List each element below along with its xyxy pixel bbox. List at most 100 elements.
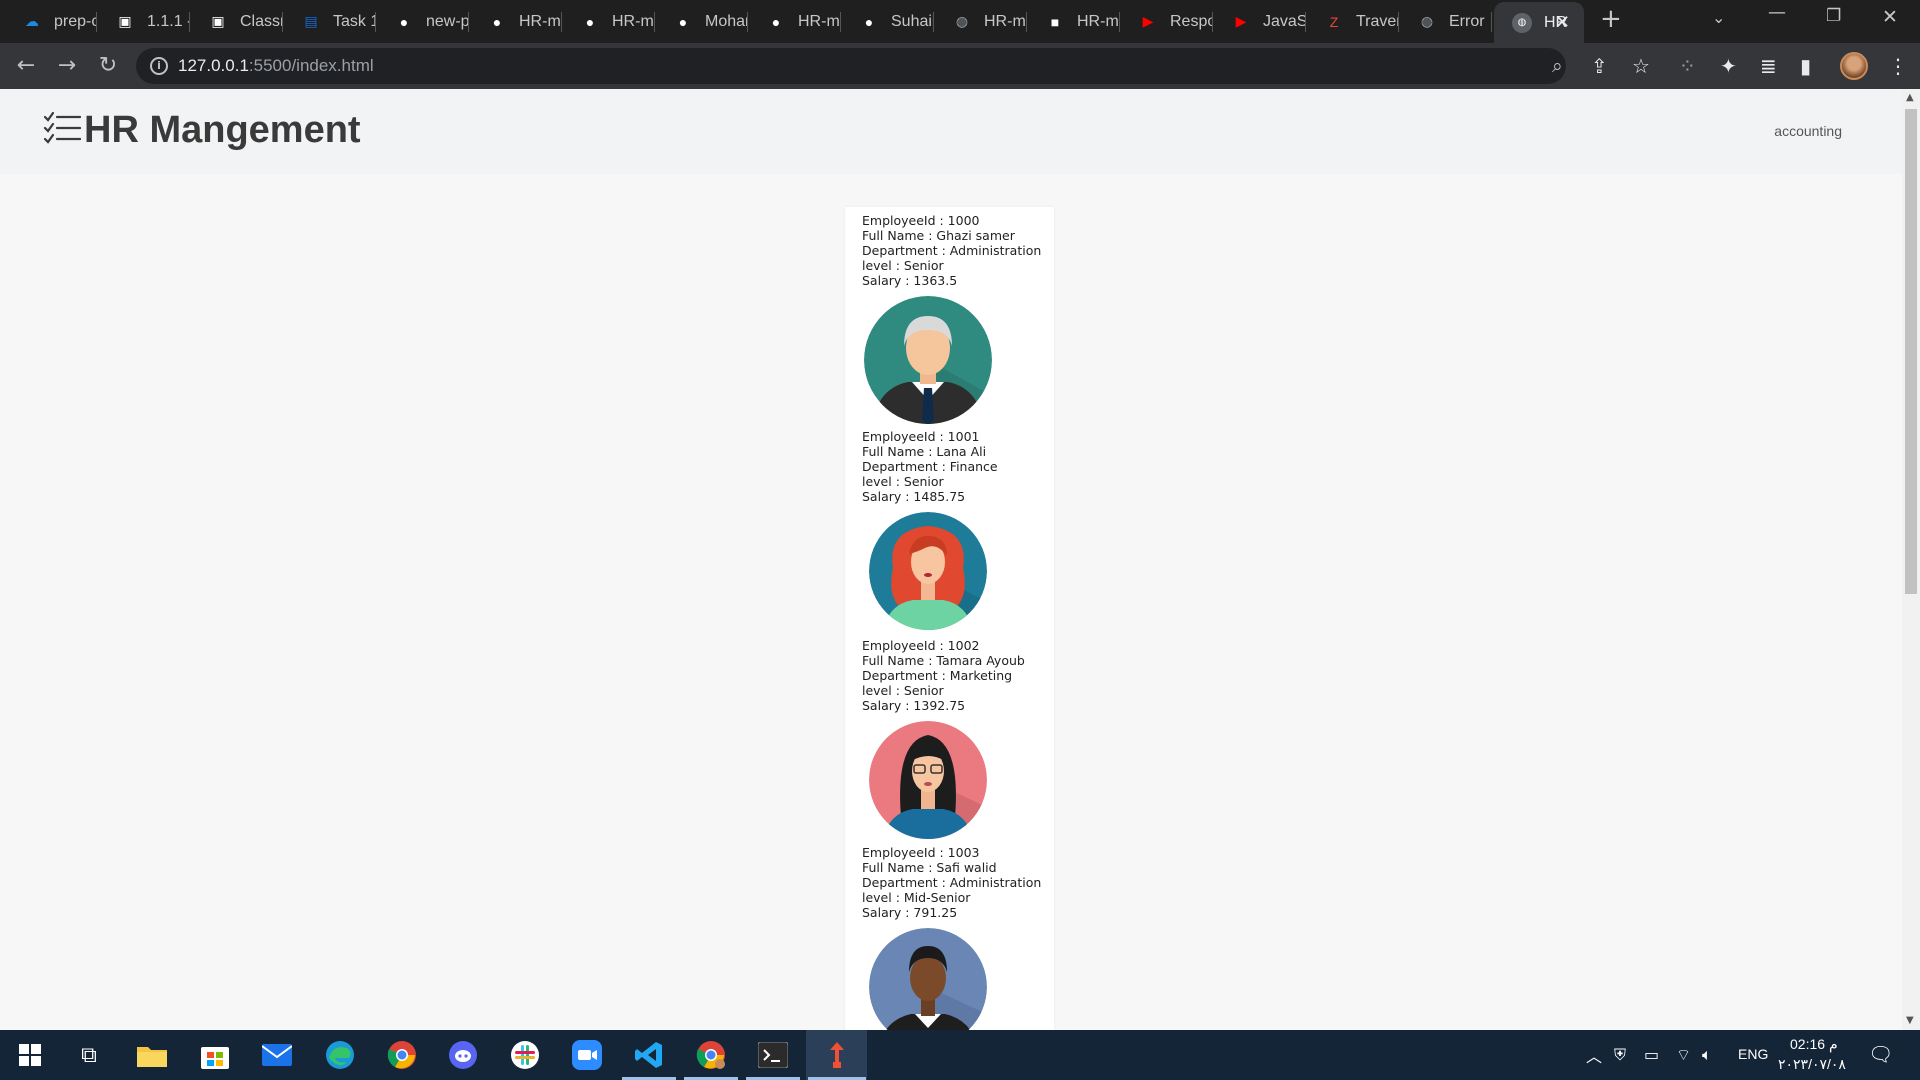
- employee-card: EmployeeId : 1003 Full Name : Safi walid…: [862, 845, 1052, 920]
- browser-tab[interactable]: ● Suhail: [841, 6, 934, 37]
- employee-card: EmployeeId : 1001 Full Name : Lana Ali D…: [862, 429, 1052, 504]
- z-icon: Z: [1329, 13, 1339, 30]
- mail-icon[interactable]: [260, 1038, 294, 1072]
- tab-title: JavaSc: [1263, 12, 1306, 30]
- microsoft-store-icon[interactable]: [198, 1038, 232, 1072]
- media-control-icon[interactable]: ≣: [1760, 54, 1777, 78]
- url-host: 127.0.0.1: [178, 56, 249, 75]
- edge-icon[interactable]: [323, 1038, 357, 1072]
- file-explorer-icon[interactable]: [135, 1038, 169, 1072]
- browser-tab[interactable]: Z Traver: [1306, 6, 1399, 37]
- browser-tab[interactable]: ▶ JavaSc: [1213, 6, 1306, 37]
- volume-icon[interactable]: 🔈︎: [1702, 1045, 1712, 1065]
- address-bar[interactable]: i 127.0.0.1:5500/index.html ⌕: [136, 48, 1566, 84]
- browser-tab[interactable]: ● new-p: [376, 6, 469, 37]
- employee-id: EmployeeId : 1000: [862, 213, 980, 228]
- github-icon: ●: [492, 13, 502, 30]
- github-icon: ●: [678, 13, 688, 30]
- site-info-icon[interactable]: i: [150, 57, 168, 75]
- zoom-icon[interactable]: ⌕: [1552, 55, 1563, 77]
- nav-link-accounting[interactable]: accounting: [1774, 123, 1842, 139]
- forward-icon[interactable]: →: [53, 52, 81, 80]
- scroll-down-icon[interactable]: ▼: [1906, 1015, 1914, 1026]
- bookmark-star-icon[interactable]: ☆: [1632, 54, 1650, 78]
- employee-salary: Salary : 1485.75: [862, 489, 966, 504]
- tab-title: HR-m: [612, 12, 654, 30]
- tab-title: prep-c: [54, 12, 97, 30]
- employee-id: EmployeeId : 1001: [862, 429, 980, 444]
- reload-icon[interactable]: ↻: [94, 52, 122, 80]
- tab-separator: [1026, 12, 1027, 32]
- employee-name: Full Name : Safi walid: [862, 860, 997, 875]
- github-icon: ●: [585, 13, 595, 30]
- luminus-icon: ▣: [211, 13, 225, 29]
- browser-tab[interactable]: ▣ 1.1.1 -: [97, 6, 190, 37]
- extension-icon[interactable]: ⁘: [1679, 54, 1696, 78]
- new-tab-button[interactable]: +: [1600, 4, 1622, 34]
- tab-separator: [1212, 12, 1213, 32]
- vscode-icon[interactable]: [632, 1038, 666, 1072]
- employee-level: level : Senior: [862, 258, 944, 273]
- restore-icon[interactable]: ❐: [1826, 6, 1841, 26]
- employee-department: Department : Administration: [862, 875, 1042, 890]
- url-text[interactable]: 127.0.0.1:5500/index.html: [178, 56, 374, 76]
- puzzle-icon[interactable]: ✦: [1720, 54, 1737, 78]
- git-app-icon[interactable]: [820, 1038, 854, 1072]
- tab-search-icon[interactable]: ⌄: [1712, 8, 1725, 27]
- close-icon[interactable]: ✕: [1555, 12, 1570, 33]
- tab-title: HR-m: [519, 12, 561, 30]
- minimize-icon[interactable]: —: [1768, 2, 1786, 23]
- battery-icon[interactable]: ▭: [1644, 1045, 1659, 1064]
- profile-avatar[interactable]: [1840, 52, 1868, 80]
- language-indicator[interactable]: ENG: [1738, 1046, 1768, 1062]
- chrome-profile-icon[interactable]: [694, 1038, 728, 1072]
- tab-separator: [189, 12, 190, 32]
- browser-tab[interactable]: ◍ HR-m: [934, 6, 1027, 37]
- browser-tab[interactable]: ☁ prep-c: [4, 6, 97, 37]
- slack-icon[interactable]: [508, 1038, 542, 1072]
- tab-active[interactable]: ◍ HR ✕: [1494, 2, 1584, 43]
- clock-date[interactable]: ٢٠٢٣/٠٧/٠٨: [1778, 1056, 1846, 1073]
- scrollbar-thumb[interactable]: [1905, 109, 1917, 594]
- tab-separator: [282, 12, 283, 32]
- side-panel-icon[interactable]: ▮: [1800, 54, 1811, 78]
- tab-separator: [561, 12, 562, 32]
- browser-tab[interactable]: ● HR-m: [562, 6, 655, 37]
- browser-tab[interactable]: ● HR-m: [469, 6, 562, 37]
- browser-tab[interactable]: ▤ Task 1(: [283, 6, 376, 37]
- menu-kebab-icon[interactable]: ⋮: [1888, 54, 1908, 78]
- browser-tab[interactable]: ● HR-m: [748, 6, 841, 37]
- browser-tab[interactable]: ▣ Classr: [190, 6, 283, 37]
- employee-card: EmployeeId : 1002 Full Name : Tamara Ayo…: [862, 638, 1052, 713]
- page-title: HR Mangement: [84, 109, 361, 151]
- notification-icon[interactable]: 🗨︎: [1868, 1042, 1893, 1066]
- zoom-app-icon[interactable]: [570, 1038, 604, 1072]
- windows-start-icon[interactable]: [13, 1038, 47, 1072]
- discord-icon[interactable]: [446, 1038, 480, 1072]
- security-shield-icon[interactable]: ⛨: [1614, 1045, 1626, 1065]
- task-view-icon[interactable]: ⧉: [72, 1038, 106, 1072]
- tab-title: Traver: [1356, 12, 1399, 30]
- network-icon[interactable]: ⌔: [1676, 1045, 1691, 1065]
- browser-tab[interactable]: ● Mohar: [655, 6, 748, 37]
- glasses-woman-avatar-icon: [869, 721, 987, 839]
- browser-tab[interactable]: ■ HR-m: [1027, 6, 1120, 37]
- page-scrollbar[interactable]: ▲ ▼: [1902, 89, 1920, 1030]
- tab-title: Suhail: [891, 12, 934, 30]
- show-hidden-icons-icon[interactable]: ︿: [1586, 1043, 1602, 1067]
- screen: ◍ Error Z Traver ▶ JavaSc ▶ Respo ■ HR-m ◍ HR-m ● Suh…: [0, 0, 1920, 1080]
- clock-time[interactable]: 02:16 م: [1790, 1036, 1838, 1053]
- terminal-icon[interactable]: [756, 1038, 790, 1072]
- close-window-icon[interactable]: ✕: [1882, 6, 1898, 28]
- share-icon[interactable]: ⇪: [1591, 54, 1608, 78]
- browser-tab[interactable]: ▶ Respo: [1120, 6, 1213, 37]
- tab-separator: [375, 12, 376, 32]
- chrome-icon[interactable]: [385, 1038, 419, 1072]
- employee-level: level : Senior: [862, 474, 944, 489]
- back-icon[interactable]: ←: [12, 52, 40, 80]
- tab-title: Respo: [1170, 12, 1213, 30]
- browser-tab[interactable]: ◍ Error: [1399, 6, 1492, 37]
- browser-tab-strip: ◍ Error Z Traver ▶ JavaSc ▶ Respo ■ HR-m ◍ HR-m ● Suh…: [0, 0, 1920, 43]
- scroll-up-icon[interactable]: ▲: [1906, 92, 1914, 103]
- web-page: HR Mangement accounting EmployeeId : 100…: [0, 89, 1902, 1030]
